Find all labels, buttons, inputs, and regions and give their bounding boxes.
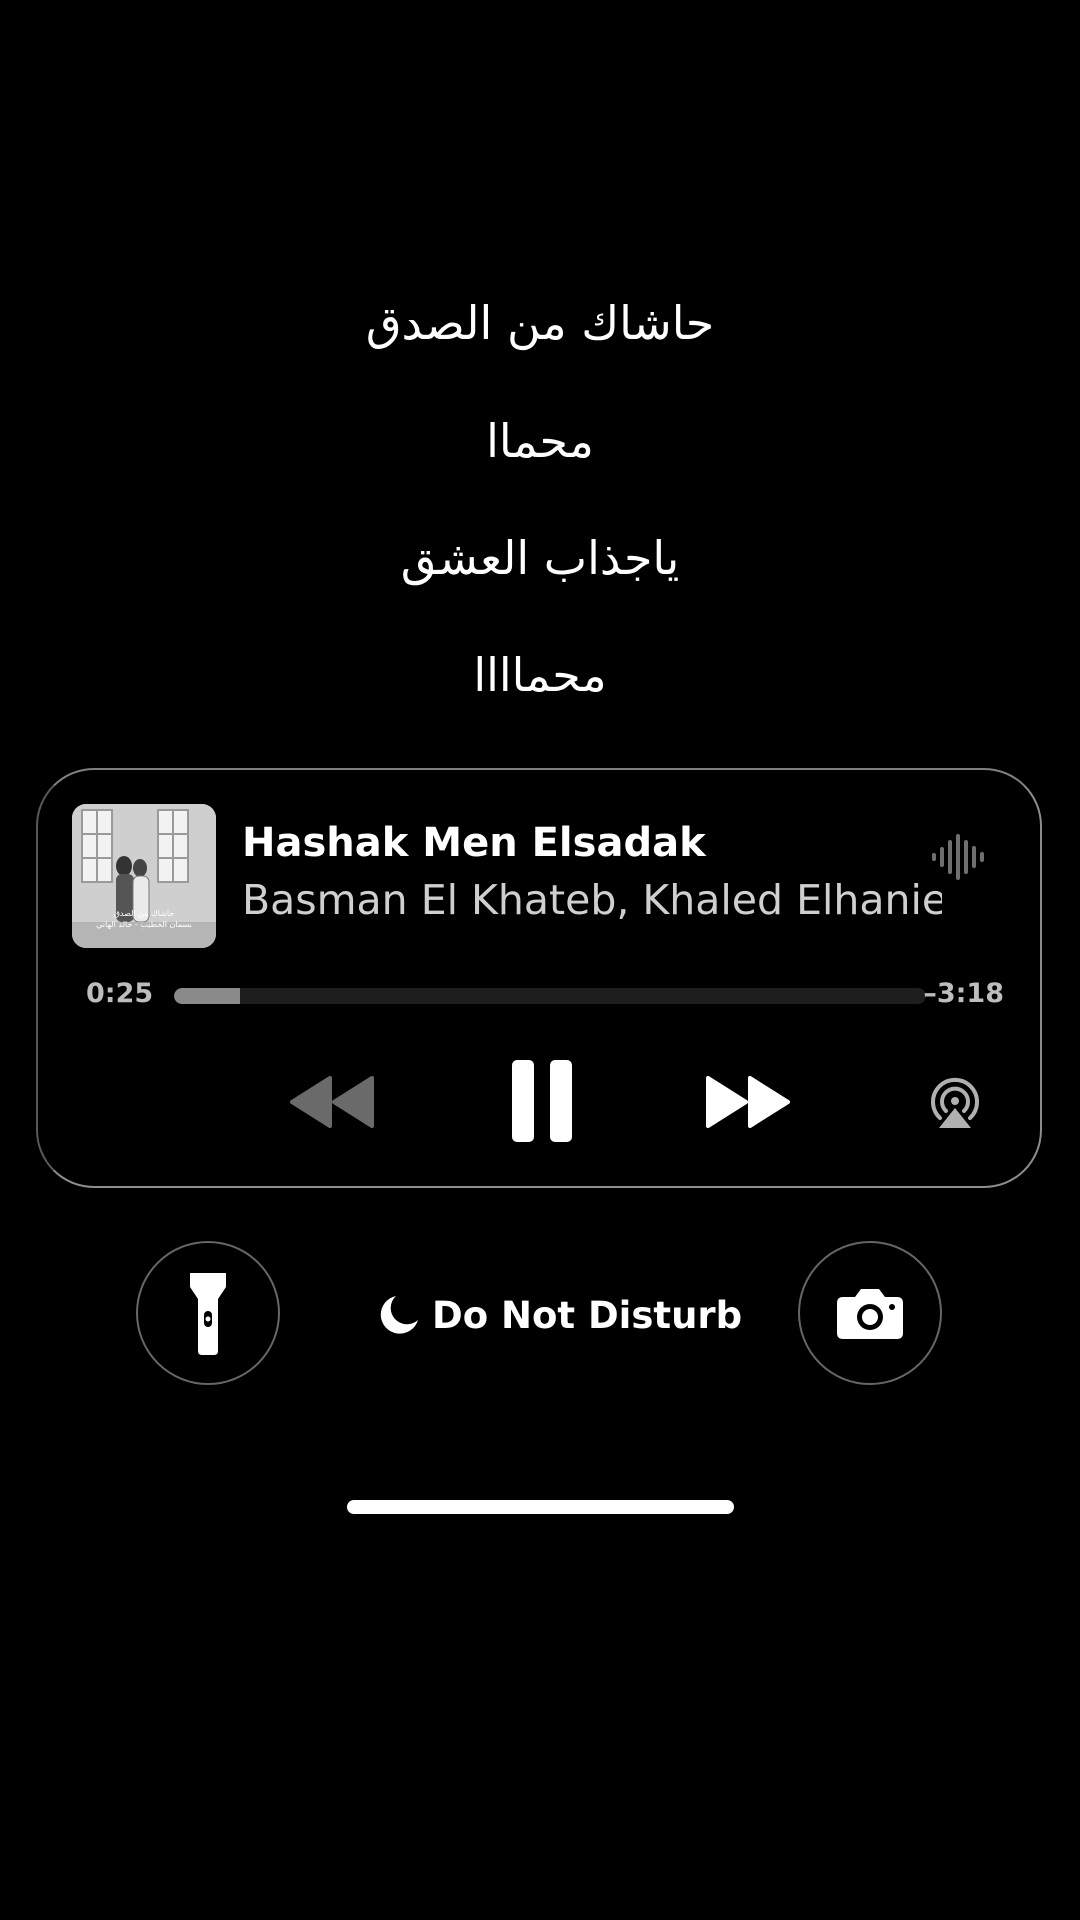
track-artist[interactable]: Basman El Khateb, Khaled Elhanie (242, 876, 942, 924)
playback-scrubber[interactable] (174, 988, 926, 1004)
artwork-caption-title: حاشاك من الصدق (113, 909, 175, 918)
airplay-icon[interactable] (926, 1074, 984, 1130)
album-artwork[interactable]: حاشاك من الصدق بسمان الخطيب - خالد الهان… (72, 804, 216, 948)
track-title[interactable]: Hashak Men Elsadak (242, 820, 706, 866)
elapsed-time: 0:25 (86, 978, 154, 1009)
lyric-line[interactable]: محماااا (0, 648, 1080, 702)
artwork-caption: حاشاك من الصدق بسمان الخطيب - خالد الهان… (72, 908, 216, 930)
focus-do-not-disturb[interactable]: Do Not Disturb (378, 1290, 742, 1340)
rewind-icon[interactable] (286, 1074, 378, 1130)
now-playing-card[interactable]: حاشاك من الصدق بسمان الخطيب - خالد الهان… (36, 768, 1042, 1188)
flashlight-button[interactable] (136, 1241, 280, 1385)
lyric-line[interactable]: محماا (0, 414, 1080, 468)
remaining-time: –3:18 (923, 978, 1004, 1009)
camera-button[interactable] (798, 1241, 942, 1385)
camera-icon (837, 1289, 903, 1339)
focus-label: Do Not Disturb (432, 1293, 743, 1337)
artwork-caption-artists: بسمان الخطيب - خالد الهاني (96, 920, 192, 929)
home-indicator[interactable] (347, 1500, 734, 1514)
fast-forward-icon[interactable] (702, 1074, 794, 1130)
flashlight-icon (190, 1273, 226, 1355)
lyric-line[interactable]: حاشاك من الصدق (0, 296, 1080, 350)
moon-icon (380, 1296, 418, 1334)
lyric-line[interactable]: ياجذاب العشق (0, 531, 1080, 585)
waveform-icon[interactable] (930, 832, 986, 882)
playback-progress-fill (174, 988, 241, 1004)
pause-icon[interactable] (508, 1058, 576, 1144)
